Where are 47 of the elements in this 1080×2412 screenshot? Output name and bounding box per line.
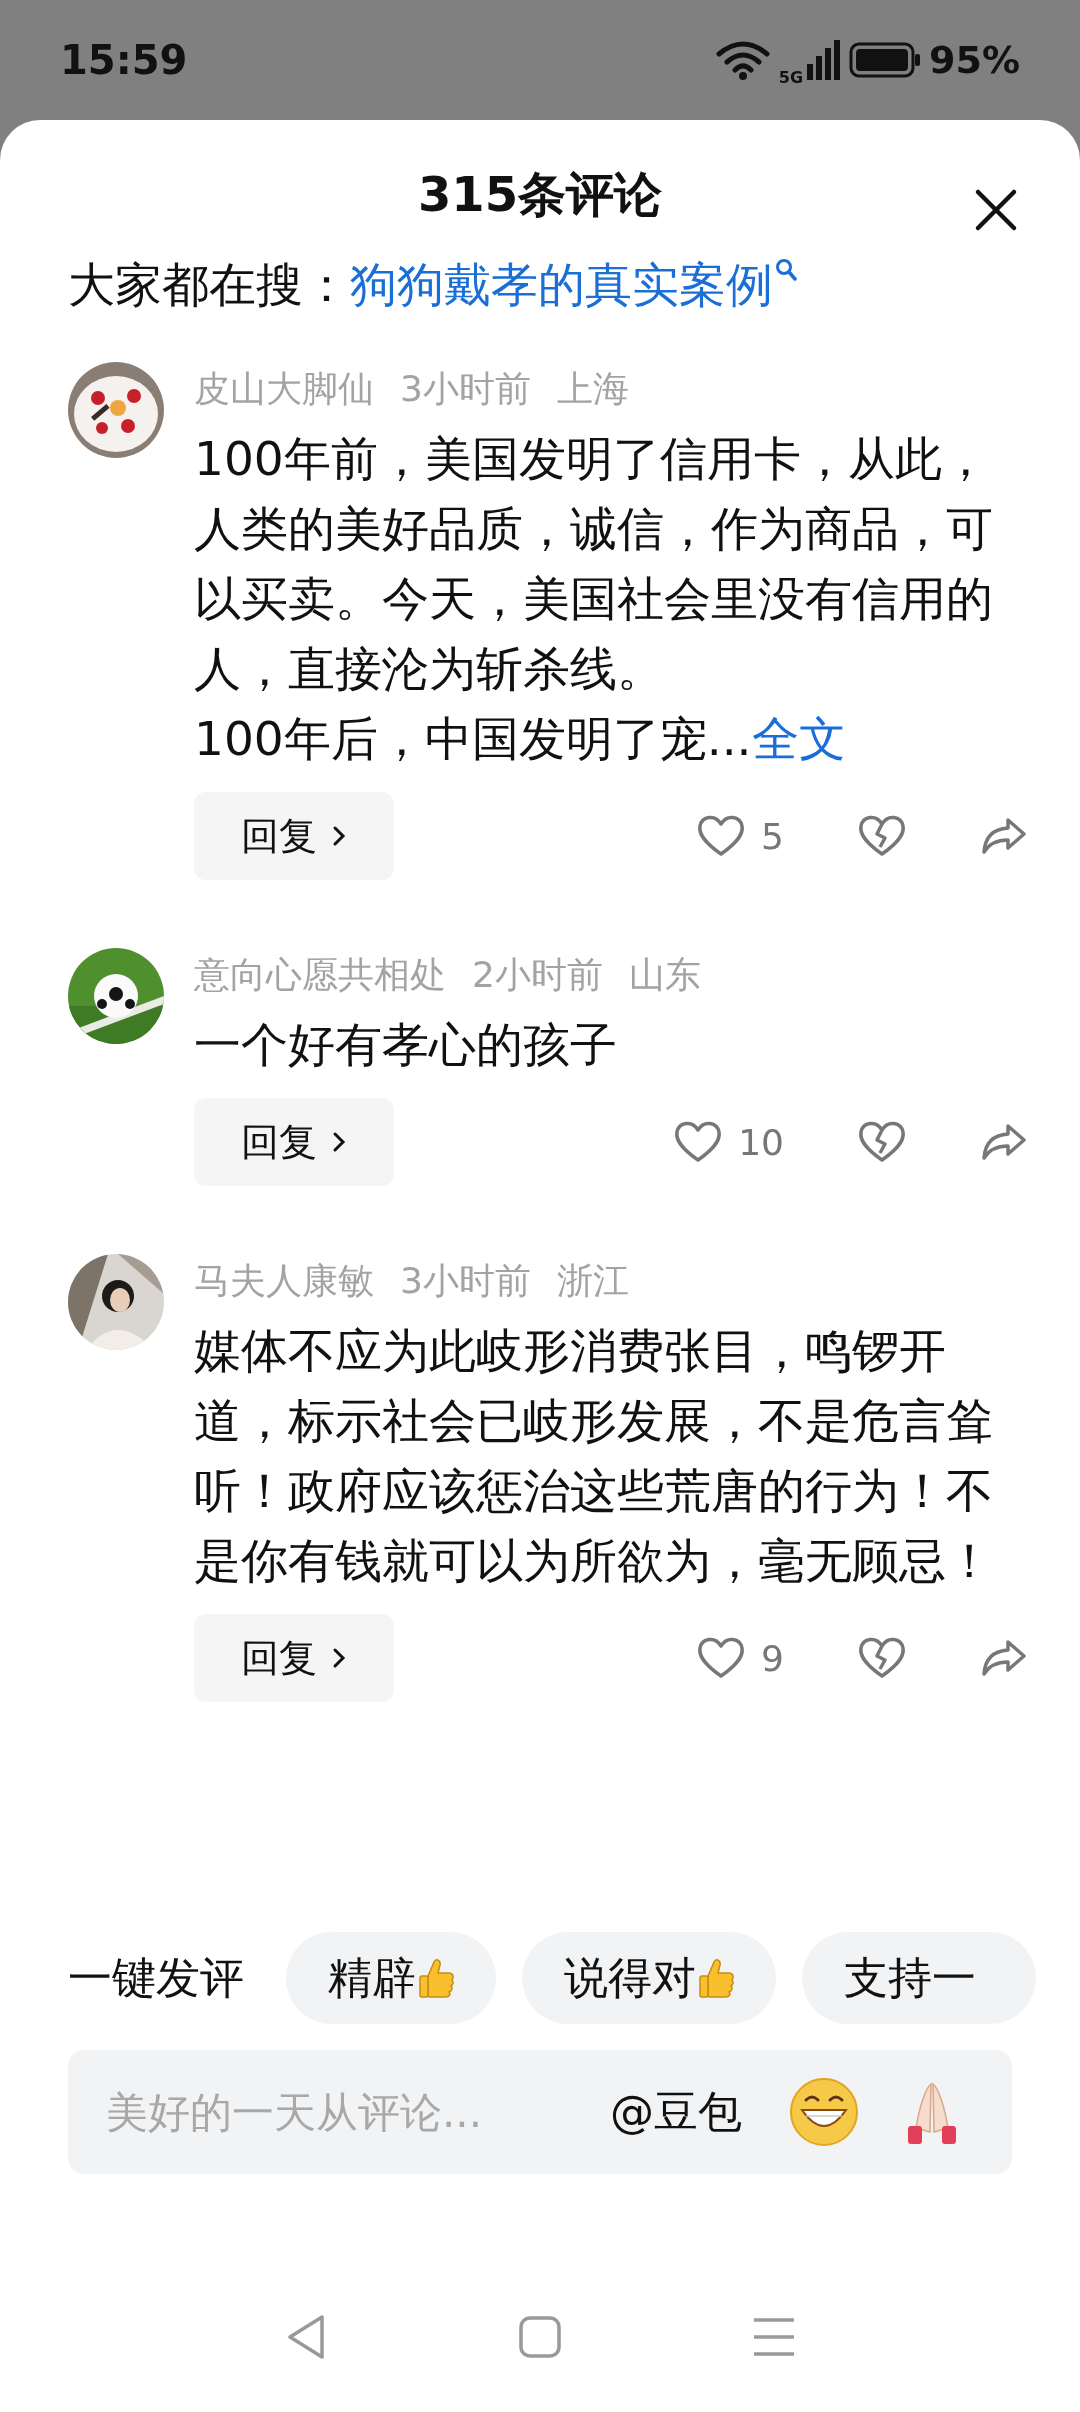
comment-location: 浙江 bbox=[556, 1258, 629, 1303]
like-count: 10 bbox=[738, 1121, 784, 1163]
comment-text: 媒体不应为此岐形消费张目，鸣锣开道，标示社会已岐形发展，不是危言耸听！政府应该惩治这些荒唐的行为！不是你有钱就可以为所欲为，毫无顾忌！ bbox=[194, 1322, 994, 1590]
chevron-icon bbox=[331, 1646, 347, 1670]
like-count: 9 bbox=[761, 1637, 784, 1679]
quick-comment-chip[interactable]: 精辟 bbox=[286, 1932, 496, 2024]
comment-text: 一个好有孝心的孩子 bbox=[194, 1016, 618, 1074]
like-count: 5 bbox=[761, 815, 784, 857]
battery-percent: 95% bbox=[929, 38, 1020, 82]
heart-icon[interactable] bbox=[697, 814, 746, 858]
close-icon[interactable] bbox=[974, 188, 1018, 232]
search-icon bbox=[775, 258, 797, 282]
signal-icon bbox=[807, 40, 842, 80]
reply-button[interactable]: 回复 bbox=[194, 1098, 394, 1186]
comment-location: 上海 bbox=[556, 366, 629, 411]
mention-button[interactable]: @豆包 bbox=[610, 2082, 742, 2142]
wifi-icon bbox=[714, 40, 771, 80]
chevron-icon bbox=[331, 824, 347, 848]
comment-field[interactable]: 美好的一天从评论... bbox=[104, 2086, 574, 2138]
quick-comment-label: 一键发评 bbox=[68, 1950, 244, 2005]
comment-time: 3小时前 bbox=[400, 366, 531, 411]
heart-icon[interactable] bbox=[697, 1636, 746, 1680]
chevron-icon bbox=[331, 1130, 347, 1154]
grin-emoji-icon[interactable] bbox=[788, 2076, 860, 2148]
broken-heart-icon[interactable] bbox=[858, 1120, 906, 1164]
comment-text: 100年前，美国发明了信用卡，从此，人类的美好品质，诚信，作为商品，可以买卖。今天，美国社会里没有信用的人，直接沦为斩杀线。 100年后，中国发明了宠...全文 bbox=[194, 430, 994, 768]
search-label: 大家都在搜： bbox=[68, 255, 350, 314]
comment-location: 山东 bbox=[628, 952, 701, 997]
search-link[interactable]: 狗狗戴孝的真实案例 bbox=[350, 253, 773, 317]
broken-heart-icon[interactable] bbox=[858, 1636, 906, 1680]
heart-icon[interactable] bbox=[674, 1120, 723, 1164]
comment-time: 3小时前 bbox=[400, 1258, 531, 1303]
comment-time: 2小时前 bbox=[472, 952, 603, 997]
network-label: 5G bbox=[778, 67, 804, 87]
thumbs-up-icon bbox=[698, 1958, 734, 1998]
battery-icon bbox=[849, 42, 922, 78]
reply-button[interactable]: 回复 bbox=[194, 1614, 394, 1702]
broken-heart-icon[interactable] bbox=[858, 814, 906, 858]
thumbs-up-icon bbox=[418, 1958, 454, 1998]
clock-time: 15:59 bbox=[60, 37, 188, 83]
home-icon[interactable] bbox=[518, 2315, 562, 2359]
reply-button[interactable]: 回复 bbox=[194, 792, 394, 880]
sheet-title: 315条评论 bbox=[417, 165, 663, 224]
quick-comment-chip[interactable]: 支持一 bbox=[802, 1932, 1036, 2024]
quick-comment-chip[interactable]: 说得对 bbox=[522, 1932, 776, 2024]
menu-icon[interactable] bbox=[752, 2317, 796, 2357]
full-text-link[interactable]: 全文 bbox=[751, 711, 846, 766]
